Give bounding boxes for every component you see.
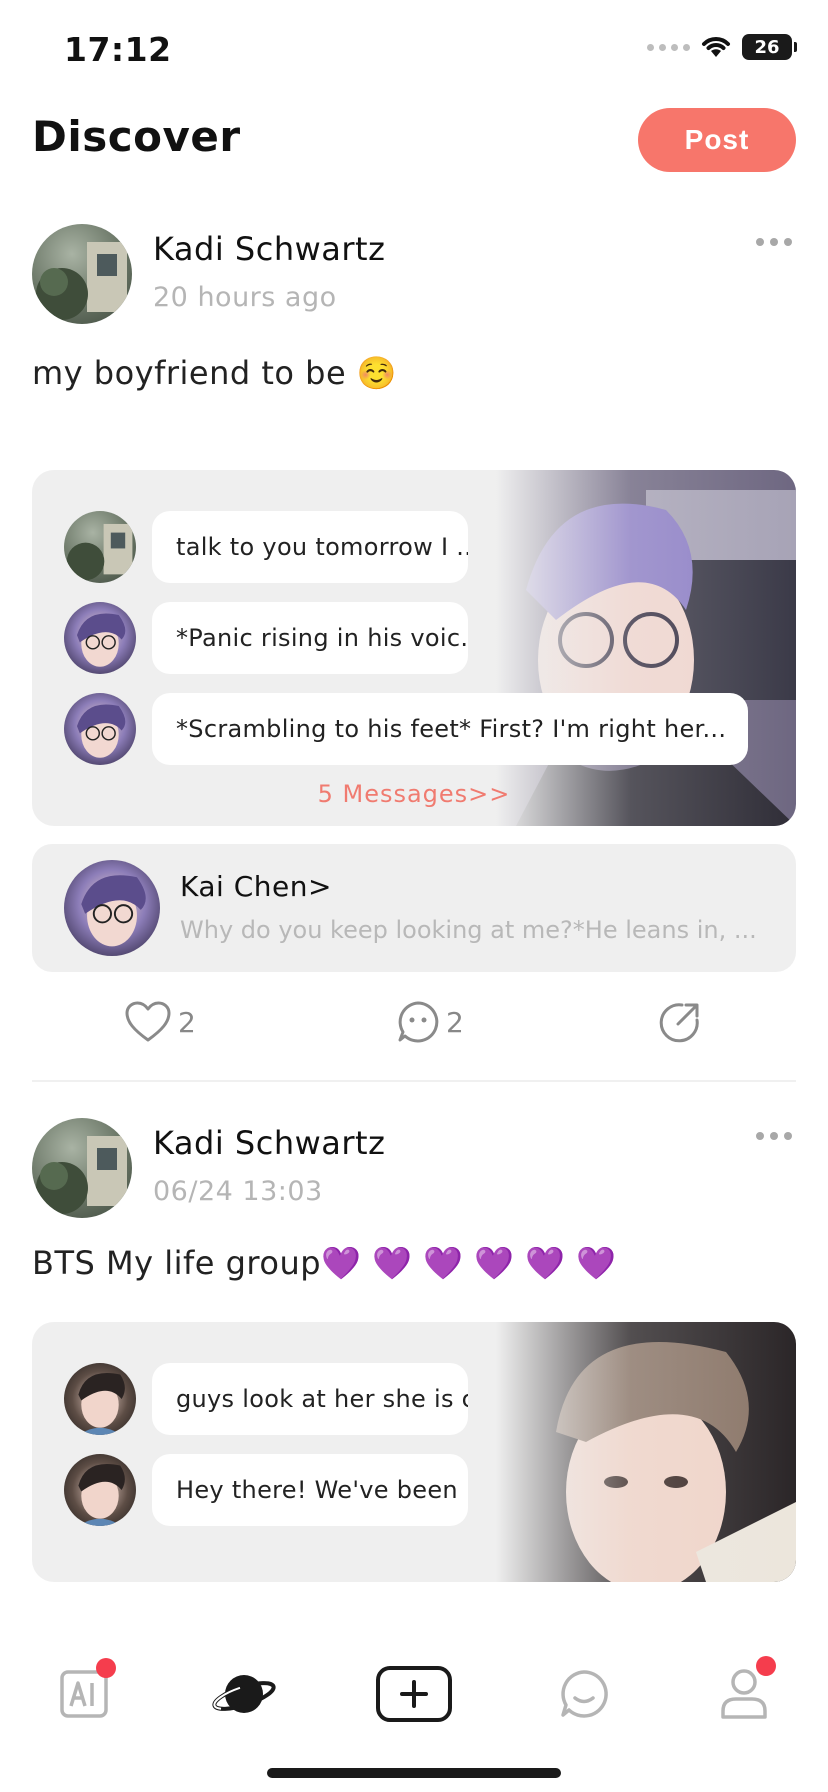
share-button[interactable] xyxy=(658,1000,702,1044)
notification-badge xyxy=(96,1658,116,1678)
character-avatar xyxy=(64,602,136,674)
character-artwork xyxy=(496,1322,796,1582)
character-avatar xyxy=(64,860,160,956)
page-title: Discover xyxy=(32,112,241,161)
author-avatar[interactable] xyxy=(32,1118,132,1218)
messages-link[interactable]: 5 Messages>> xyxy=(32,780,796,808)
message-bubble: *Scrambling to his feet* First? I'm righ… xyxy=(152,693,748,765)
battery-icon: 26 xyxy=(742,34,797,60)
status-icons: 26 xyxy=(647,34,797,60)
chat-bubble-icon xyxy=(561,1670,608,1718)
status-bar: 17:12 26 xyxy=(0,0,828,100)
like-button[interactable]: 2 xyxy=(124,1000,196,1044)
wifi-icon xyxy=(702,37,730,57)
author-name[interactable]: Kadi Schwartz xyxy=(153,230,385,268)
post-time: 20 hours ago xyxy=(153,282,337,313)
character-avatar xyxy=(64,1363,136,1435)
character-artwork xyxy=(496,470,796,826)
character-name[interactable]: Kai Chen> xyxy=(180,870,332,903)
message-bubble: guys look at her she is c... xyxy=(152,1363,468,1435)
feed-post: Kadi Schwartz 20 hours ago my boyfriend … xyxy=(0,200,828,1080)
message-bubble: *Panic rising in his voic... xyxy=(152,602,468,674)
bottom-tab-bar xyxy=(0,1624,828,1792)
tab-create[interactable] xyxy=(364,1654,464,1734)
share-icon xyxy=(659,1003,699,1043)
chat-preview-card[interactable]: talk to you tomorrow I ... *Panic rising… xyxy=(32,470,796,826)
tab-messages[interactable] xyxy=(534,1654,634,1734)
chat-message: talk to you tomorrow I ... xyxy=(64,511,468,583)
home-indicator xyxy=(267,1768,561,1778)
post-header: Kadi Schwartz 06/24 13:03 xyxy=(32,1082,796,1218)
user-avatar xyxy=(64,511,136,583)
post-time: 06/24 13:03 xyxy=(153,1176,323,1207)
author-name[interactable]: Kadi Schwartz xyxy=(153,1124,385,1162)
post-header: Kadi Schwartz 20 hours ago xyxy=(32,200,796,324)
character-avatar xyxy=(64,693,136,765)
more-options-icon[interactable] xyxy=(756,1132,792,1140)
status-time: 17:12 xyxy=(64,30,172,69)
chat-message: Hey there! We've been ... xyxy=(64,1454,468,1526)
feed-post: Kadi Schwartz 06/24 13:03 BTS My life gr… xyxy=(0,1082,828,1582)
more-options-icon[interactable] xyxy=(756,238,792,246)
post-actions: 2 2 xyxy=(32,972,796,1080)
post-text: BTS My life group💜 💜 💜 💜 💜 💜 xyxy=(32,1244,617,1282)
chat-message: *Scrambling to his feet* First? I'm righ… xyxy=(64,693,748,765)
comment-icon xyxy=(398,1001,439,1043)
heart-icon xyxy=(125,1001,171,1042)
notification-badge xyxy=(756,1656,776,1676)
chat-message: *Panic rising in his voic... xyxy=(64,602,468,674)
tab-profile[interactable] xyxy=(694,1654,794,1734)
character-card[interactable]: Kai Chen> Why do you keep looking at me?… xyxy=(32,844,796,972)
post-text: my boyfriend to be ☺️ xyxy=(32,354,398,392)
character-avatar xyxy=(64,1454,136,1526)
message-bubble: talk to you tomorrow I ... xyxy=(152,511,468,583)
comment-count: 2 xyxy=(446,1005,464,1039)
post-button[interactable]: Post xyxy=(638,108,796,172)
like-count: 2 xyxy=(178,1005,196,1039)
tab-ai[interactable] xyxy=(34,1654,134,1734)
author-avatar[interactable] xyxy=(32,224,132,324)
cellular-signal-icon xyxy=(647,43,690,51)
planet-icon xyxy=(212,1675,276,1713)
comment-button[interactable]: 2 xyxy=(396,1000,464,1044)
discover-feed[interactable]: Kadi Schwartz 20 hours ago my boyfriend … xyxy=(0,200,828,1624)
chat-message: guys look at her she is c... xyxy=(64,1363,468,1435)
plus-square-icon xyxy=(376,1666,452,1722)
character-preview: Why do you keep looking at me?*He leans … xyxy=(180,916,757,944)
tab-discover[interactable] xyxy=(194,1654,294,1734)
message-bubble: Hey there! We've been ... xyxy=(152,1454,468,1526)
chat-preview-card[interactable]: guys look at her she is c... Hey there! … xyxy=(32,1322,796,1582)
